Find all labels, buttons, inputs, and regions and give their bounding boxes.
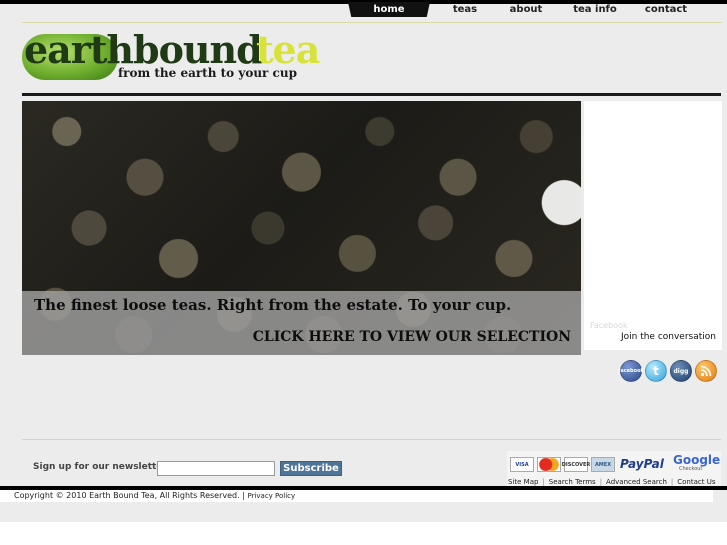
rss-icon[interactable] — [695, 360, 717, 382]
facebook-widget: Facebook Join the conversation — [584, 101, 722, 350]
nav-divider — [22, 22, 722, 23]
digg-icon[interactable]: digg — [670, 360, 692, 382]
search-terms-link[interactable]: Search Terms — [549, 478, 596, 486]
mastercard-icon — [537, 457, 561, 472]
google-checkout-sub: Checkout — [679, 466, 703, 472]
join-conversation-link[interactable]: Join the conversation — [621, 332, 716, 342]
link-separator: | — [670, 478, 674, 486]
visa-icon: VISA — [510, 457, 534, 472]
footer-divider — [22, 439, 721, 440]
copyright-notice: Copyright © 2010 Earth Bound Tea, All Ri… — [14, 491, 245, 500]
paypal-logo: PayPal — [620, 457, 664, 471]
newsletter-email-input[interactable] — [157, 461, 275, 476]
copyright-bar: Copyright © 2010 Earth Bound Tea, All Ri… — [0, 490, 713, 502]
link-separator: | — [599, 478, 603, 486]
facebook-icon[interactable]: facebook — [618, 360, 644, 382]
newsletter-label: Sign up for our newsletter: — [33, 462, 171, 472]
privacy-policy-link[interactable]: Privacy Policy — [247, 492, 295, 500]
subscribe-button[interactable]: Subscribe — [280, 461, 342, 476]
nav-tea-info[interactable]: tea info — [552, 2, 638, 17]
hero-cta-link[interactable]: CLICK HERE TO VIEW OUR SELECTION — [253, 329, 571, 345]
contact-us-link[interactable]: Contact Us — [677, 478, 715, 486]
hero-caption: The finest loose teas. Right from the es… — [22, 291, 581, 355]
page-bottom — [0, 522, 727, 545]
logo-tagline: from the earth to your cup — [118, 66, 297, 80]
nav-home[interactable]: home — [348, 2, 430, 17]
widget-faint-text: Facebook — [590, 321, 628, 330]
copyright-text: Copyright © 2010 Earth Bound Tea, All Ri… — [14, 491, 295, 500]
twitter-icon[interactable]: t — [645, 360, 667, 382]
footer-links: Site Map | Search Terms | Advanced Search |… — [508, 478, 716, 486]
header-divider — [22, 93, 721, 96]
nav-contact[interactable]: contact — [638, 2, 694, 17]
site-logo[interactable]: earthbound tea from the earth to your cu… — [22, 27, 322, 88]
nav-about[interactable]: about — [500, 2, 552, 17]
google-checkout-logo: Google — [673, 453, 721, 467]
hero-banner[interactable]: The finest loose teas. Right from the es… — [22, 101, 581, 355]
discover-icon: DISCOVER — [562, 457, 590, 472]
amex-icon: AMEX — [591, 457, 615, 472]
social-icons: facebook t digg — [618, 360, 717, 382]
main-nav: home teas about tea info contact — [348, 2, 694, 17]
link-separator: | — [542, 478, 545, 486]
site-map-link[interactable]: Site Map — [508, 478, 538, 486]
hero-headline: The finest loose teas. Right from the es… — [34, 296, 512, 314]
nav-teas[interactable]: teas — [430, 2, 500, 17]
advanced-search-link[interactable]: Advanced Search — [606, 478, 667, 486]
